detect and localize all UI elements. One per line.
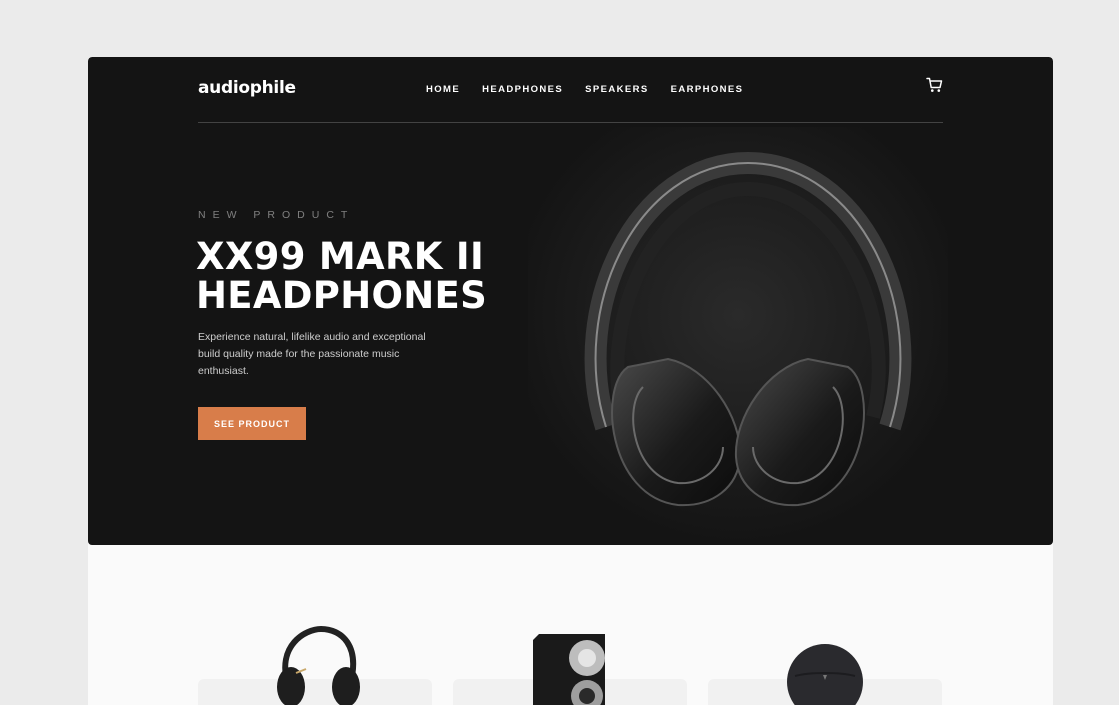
site-header: audiophile HOME HEADPHONES SPEAKERS EARP… (198, 57, 943, 123)
nav-earphones[interactable]: EARPHONES (671, 84, 744, 95)
hero-description: Experience natural, lifelike audio and e… (198, 331, 426, 377)
earphones-thumbnail-image (787, 644, 863, 705)
hero-title-line2: HEADPHONES (196, 274, 488, 317)
hero-title: XX99 MARK II HEADPHONES (196, 237, 516, 315)
brand-logo[interactable]: audiophile (198, 78, 296, 98)
speaker-thumbnail-image (533, 634, 605, 705)
headphones-thumbnail-image (277, 625, 360, 705)
page-frame: audiophile HOME HEADPHONES SPEAKERS EARP… (88, 57, 1053, 705)
hero-section: audiophile HOME HEADPHONES SPEAKERS EARP… (88, 57, 1053, 545)
headphones-hero-image (528, 127, 948, 545)
shopping-cart-icon[interactable] (926, 77, 943, 93)
hero-title-line1: XX99 MARK II (196, 235, 485, 278)
see-product-button[interactable]: SEE PRODUCT (198, 407, 306, 440)
nav-home[interactable]: HOME (426, 84, 460, 95)
nav-headphones[interactable]: HEADPHONES (482, 84, 563, 95)
hero-overline: NEW PRODUCT (198, 209, 355, 221)
main-nav: HOME HEADPHONES SPEAKERS EARPHONES (426, 84, 743, 95)
nav-speakers[interactable]: SPEAKERS (585, 84, 648, 95)
